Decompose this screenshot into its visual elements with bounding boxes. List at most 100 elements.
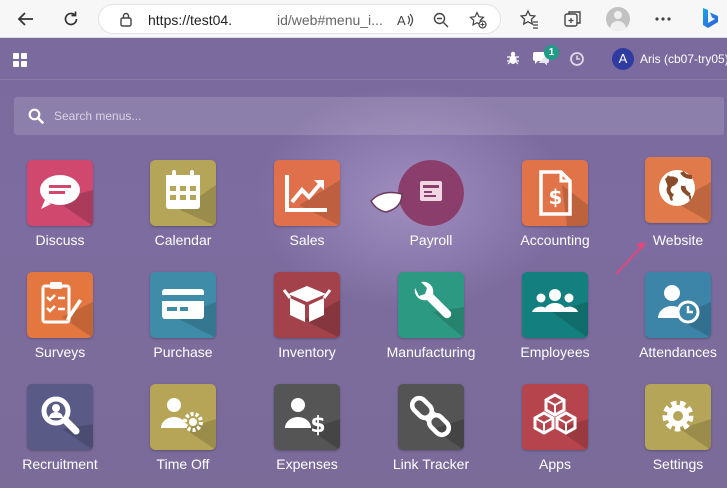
- app-label: Accounting: [520, 232, 590, 248]
- calendar-icon: [166, 170, 216, 226]
- app-label: Time Off: [156, 456, 210, 472]
- invoice-dollar-icon: $: [539, 170, 588, 226]
- app-time-off[interactable]: Time Off: [125, 384, 241, 484]
- home-menu-grid-icon[interactable]: [13, 53, 27, 67]
- address-bar[interactable]: https://test04. id/web#menu_i... A: [98, 4, 501, 34]
- app-sales[interactable]: Sales: [249, 160, 365, 260]
- back-arrow-icon[interactable]: [14, 7, 38, 31]
- app-label: Employees: [520, 344, 590, 360]
- cubes-icon: [533, 393, 588, 450]
- svg-text:$: $: [549, 185, 563, 209]
- app-icon-tile: $: [274, 384, 340, 450]
- user-dollar-icon: $: [285, 398, 340, 450]
- app-calendar[interactable]: Calendar: [125, 160, 241, 260]
- app-icon-tile: [27, 160, 93, 226]
- app-menu-screen: 1 A Aris (cb07-try05) Discuss: [0, 38, 727, 488]
- app-label: Purchase: [153, 344, 213, 360]
- search-menus-box: [14, 97, 724, 135]
- app-icon-tile: [522, 272, 588, 338]
- profile-icon[interactable]: [606, 7, 630, 31]
- refresh-icon[interactable]: [59, 7, 83, 31]
- app-label: Inventory: [278, 344, 336, 360]
- app-label: Payroll: [409, 232, 453, 248]
- browser-toolbar: https://test04. id/web#menu_i... A: [0, 0, 727, 38]
- app-icon-tile: [150, 272, 216, 338]
- app-label: Sales: [289, 232, 325, 248]
- app-icon-tile: [274, 272, 340, 338]
- svg-text:$: $: [310, 413, 325, 438]
- app-recruitment[interactable]: Recruitment: [2, 384, 118, 484]
- credit-card-icon: [162, 289, 216, 338]
- app-label: Link Tracker: [392, 456, 470, 472]
- app-link-tracker[interactable]: Link Tracker: [373, 384, 489, 484]
- app-employees[interactable]: Employees: [497, 272, 613, 372]
- app-manufacturing[interactable]: Manufacturing: [373, 272, 489, 372]
- user-gear-icon: [161, 398, 216, 450]
- pointer-arrow-icon: [615, 242, 646, 275]
- app-icon-tile: $: [522, 160, 588, 226]
- zoom-out-icon[interactable]: [432, 11, 450, 29]
- app-accounting[interactable]: $ Accounting: [497, 160, 613, 260]
- app-icon-tile: [398, 160, 464, 226]
- app-icon-tile: [150, 160, 216, 226]
- app-icon-tile: [150, 384, 216, 450]
- trend-chart-icon: [285, 175, 340, 226]
- search-icon: [28, 108, 44, 124]
- debug-bug-icon[interactable]: [505, 50, 521, 66]
- globe-icon: [659, 170, 711, 223]
- app-purchase[interactable]: Purchase: [125, 272, 241, 372]
- search-menus-input[interactable]: [54, 105, 694, 127]
- app-label: Expenses: [276, 456, 338, 472]
- favorites-icon[interactable]: [518, 8, 540, 30]
- app-inventory[interactable]: Inventory: [249, 272, 365, 372]
- url-text-path: id/web#menu_i...: [277, 12, 383, 28]
- app-icon-tile: [645, 384, 711, 450]
- bing-copilot-icon[interactable]: [697, 6, 723, 32]
- app-apps[interactable]: Apps: [497, 384, 613, 484]
- app-label: Apps: [539, 456, 571, 472]
- app-icon-tile: [522, 384, 588, 450]
- app-icon-tile: [27, 384, 93, 450]
- app-settings[interactable]: Settings: [620, 384, 727, 484]
- tour-tip-bubble: [370, 191, 403, 213]
- app-label: Manufacturing: [386, 344, 476, 360]
- lock-icon: [120, 12, 132, 27]
- app-label: Surveys: [34, 344, 86, 360]
- app-label: Attendances: [639, 344, 717, 360]
- magnifier-icon: [41, 396, 93, 450]
- app-label: Calendar: [154, 232, 212, 248]
- svg-text:A: A: [397, 13, 406, 28]
- url-text: https://test04.: [148, 12, 233, 28]
- collections-icon[interactable]: [562, 8, 584, 30]
- clipboard-check-icon: [41, 282, 93, 338]
- app-discuss[interactable]: Discuss: [2, 160, 118, 260]
- app-icon-tile: [398, 272, 464, 338]
- users-icon: [532, 289, 588, 338]
- user-clock-icon: [658, 285, 711, 338]
- app-icon-tile: [645, 272, 711, 338]
- gear-icon: [662, 400, 711, 450]
- read-aloud-icon[interactable]: A: [396, 11, 414, 29]
- app-surveys[interactable]: Surveys: [2, 272, 118, 372]
- activity-clock-icon[interactable]: [569, 51, 585, 67]
- app-icon-tile: [398, 384, 464, 450]
- app-expenses[interactable]: $ Expenses: [249, 384, 365, 484]
- speech-bubble-icon: [40, 175, 93, 226]
- add-favorite-icon[interactable]: [469, 11, 487, 29]
- wrench-icon: [414, 281, 464, 338]
- box-icon: [282, 286, 340, 338]
- payroll-icon: [420, 181, 442, 201]
- user-avatar[interactable]: A: [612, 48, 634, 70]
- app-label: Discuss: [35, 232, 85, 248]
- chain-link-icon: [409, 395, 464, 450]
- user-menu-name[interactable]: Aris (cb07-try05): [640, 52, 727, 66]
- odoo-top-navbar: 1 A Aris (cb07-try05): [0, 38, 727, 80]
- app-icon-tile: [27, 272, 93, 338]
- messages-count-badge: 1: [544, 45, 559, 60]
- app-label: Settings: [652, 456, 704, 472]
- app-icon-tile: [274, 160, 340, 226]
- more-menu-icon[interactable]: [652, 8, 674, 30]
- app-attendances[interactable]: Attendances: [620, 272, 727, 372]
- app-icon-tile: [645, 157, 711, 223]
- app-label: Recruitment: [22, 456, 98, 472]
